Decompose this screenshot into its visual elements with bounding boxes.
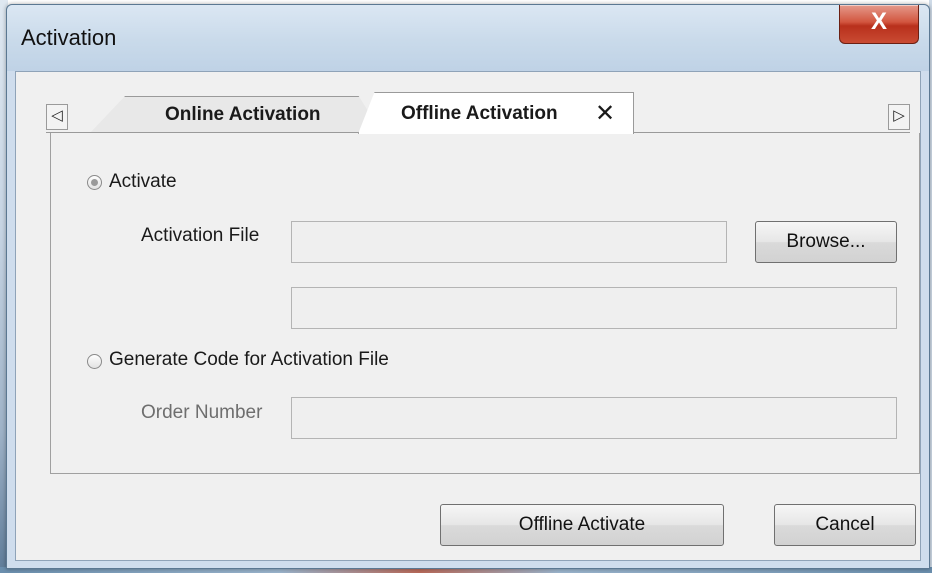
tab-offline-activation[interactable]: Offline Activation ✕ [358,92,634,134]
close-button[interactable]: X [839,5,919,44]
dialog-client-area: ◁ Online Activation Offline Activation ✕… [15,71,921,561]
activation-dialog: Activation X ◁ Online Activation Offline… [6,4,930,569]
activation-file-secondary-field[interactable] [291,287,897,329]
tab-label: Online Activation [165,104,321,125]
chevron-left-icon: ◁ [51,107,63,124]
activate-radio[interactable] [87,175,102,190]
tab-strip: ◁ Online Activation Offline Activation ✕… [46,92,910,134]
cancel-button[interactable]: Cancel [774,504,916,546]
activation-file-input[interactable] [291,221,727,263]
window-title: Activation [21,25,117,50]
chevron-right-icon: ▷ [893,107,905,124]
title-bar[interactable]: Activation X [7,5,929,71]
tab-scroll-left-button[interactable]: ◁ [46,104,68,130]
order-number-label: Order Number [141,402,263,423]
order-number-input[interactable] [291,397,897,439]
generate-code-radio-label[interactable]: Generate Code for Activation File [109,349,389,371]
tab-label: Offline Activation [401,103,558,124]
activation-file-label: Activation File [141,225,260,246]
activate-radio-label[interactable]: Activate [109,171,177,193]
offline-activate-button[interactable]: Offline Activate [440,504,724,546]
generate-code-radio[interactable] [87,354,102,369]
tab-scroll-right-button[interactable]: ▷ [888,104,910,130]
tab-online-activation[interactable]: Online Activation [90,96,382,133]
browse-button[interactable]: Browse... [755,221,897,263]
offline-activation-panel: Activate Activation File Browse... Gener… [50,133,920,474]
tab-close-icon[interactable]: ✕ [595,96,615,132]
close-icon: X [870,8,887,35]
